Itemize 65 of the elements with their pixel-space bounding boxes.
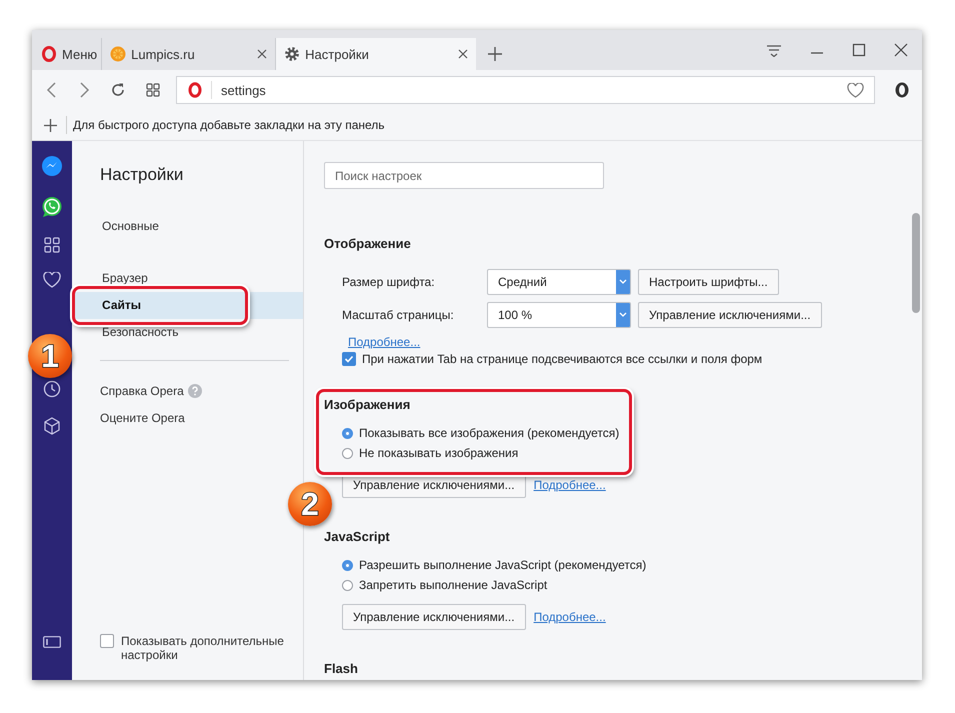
new-tab-icon[interactable] <box>488 47 502 61</box>
radio-label: Не показывать изображения <box>359 446 518 460</box>
citrus-slice-icon <box>110 46 126 62</box>
caret-icon <box>619 279 627 284</box>
maximize-icon[interactable] <box>852 43 866 57</box>
section-heading: Отображение <box>324 236 412 251</box>
radio-label: Показывать все изображения (рекомендуется) <box>359 426 620 440</box>
whatsapp-icon[interactable] <box>41 196 63 218</box>
sidebar-link[interactable]: Справка Opera <box>100 384 184 398</box>
grid-icon[interactable] <box>44 237 60 253</box>
more-link[interactable]: Подробнее... <box>534 610 606 624</box>
radio-label: Разрешить выполнение JavaScript (рекомендуется) <box>359 558 646 572</box>
section-heading: Flash <box>324 661 359 676</box>
settings-title: Настройки <box>99 165 184 185</box>
section-heading: Изображения <box>324 397 412 412</box>
settings-button[interactable]: Настроить шрифты... <box>638 268 779 294</box>
back-icon[interactable] <box>46 82 58 98</box>
settings-nav-item[interactable]: Сайты <box>72 292 303 319</box>
radio-button[interactable] <box>342 448 353 458</box>
radio-button[interactable] <box>342 560 353 570</box>
messenger-icon[interactable] <box>41 155 63 177</box>
close-tab-icon[interactable] <box>458 49 468 59</box>
address-field[interactable]: settings <box>176 76 875 104</box>
gear-icon <box>284 46 300 62</box>
opera-logo-icon <box>41 46 57 62</box>
settings-nav-item[interactable]: Основные <box>72 213 303 240</box>
section-heading: JavaScript <box>324 529 391 544</box>
settings-nav-item[interactable]: Безопасность <box>72 319 303 346</box>
settings-button[interactable]: Управление исключениями... <box>638 302 822 328</box>
reload-icon[interactable] <box>110 82 126 98</box>
tab-menu-icon[interactable] <box>766 45 782 57</box>
checkbox[interactable] <box>342 352 356 366</box>
checkbox[interactable] <box>100 634 114 648</box>
heart-icon[interactable] <box>43 272 61 288</box>
radio-button[interactable] <box>342 428 353 438</box>
radio-label: Запретить выполнение JavaScript <box>359 578 548 592</box>
more-link[interactable]: Подробнее... <box>348 335 420 349</box>
bookmarks-hint: Для быстрого доступа добавьте закладки на эту панель <box>73 118 385 132</box>
forward-icon[interactable] <box>78 82 90 98</box>
close-icon[interactable] <box>894 43 908 57</box>
checkbox-label: При нажатии Tab на странице подсвечиваются все ссылки и поля форм <box>362 352 762 366</box>
manage-exceptions-button[interactable]: Управление исключениями... <box>342 604 526 630</box>
browser-tab[interactable]: Настройки <box>276 38 476 70</box>
checkbox-label: Показывать дополнительные настройки <box>121 634 285 662</box>
sidebar-link[interactable]: Оцените Opera <box>100 410 185 424</box>
dropdown[interactable]: Средний <box>487 268 631 294</box>
caret-icon <box>619 312 627 317</box>
radio-button[interactable] <box>342 580 353 590</box>
check-icon <box>344 354 354 364</box>
sidebar-toggle-icon[interactable] <box>43 636 61 648</box>
speed-dial-icon[interactable] <box>146 83 160 97</box>
add-bookmark-icon[interactable] <box>44 118 57 132</box>
dropdown[interactable]: 100 % <box>487 302 631 328</box>
settings-nav-item[interactable]: Браузер <box>72 265 303 292</box>
setting-label: Масштаб страницы: <box>342 308 455 322</box>
clock-icon[interactable] <box>43 380 61 398</box>
scrollbar-thumb[interactable] <box>912 213 920 313</box>
search-field[interactable]: Поиск настроек <box>324 162 604 189</box>
step-number-badge: 2 <box>288 482 332 526</box>
setting-label: Размер шрифта: <box>342 274 436 288</box>
close-tab-icon[interactable] <box>257 49 268 59</box>
more-link[interactable]: Подробнее... <box>534 478 606 492</box>
heart-icon[interactable] <box>847 82 864 98</box>
opera-logo-icon <box>187 82 203 98</box>
cube-icon[interactable] <box>43 417 61 435</box>
